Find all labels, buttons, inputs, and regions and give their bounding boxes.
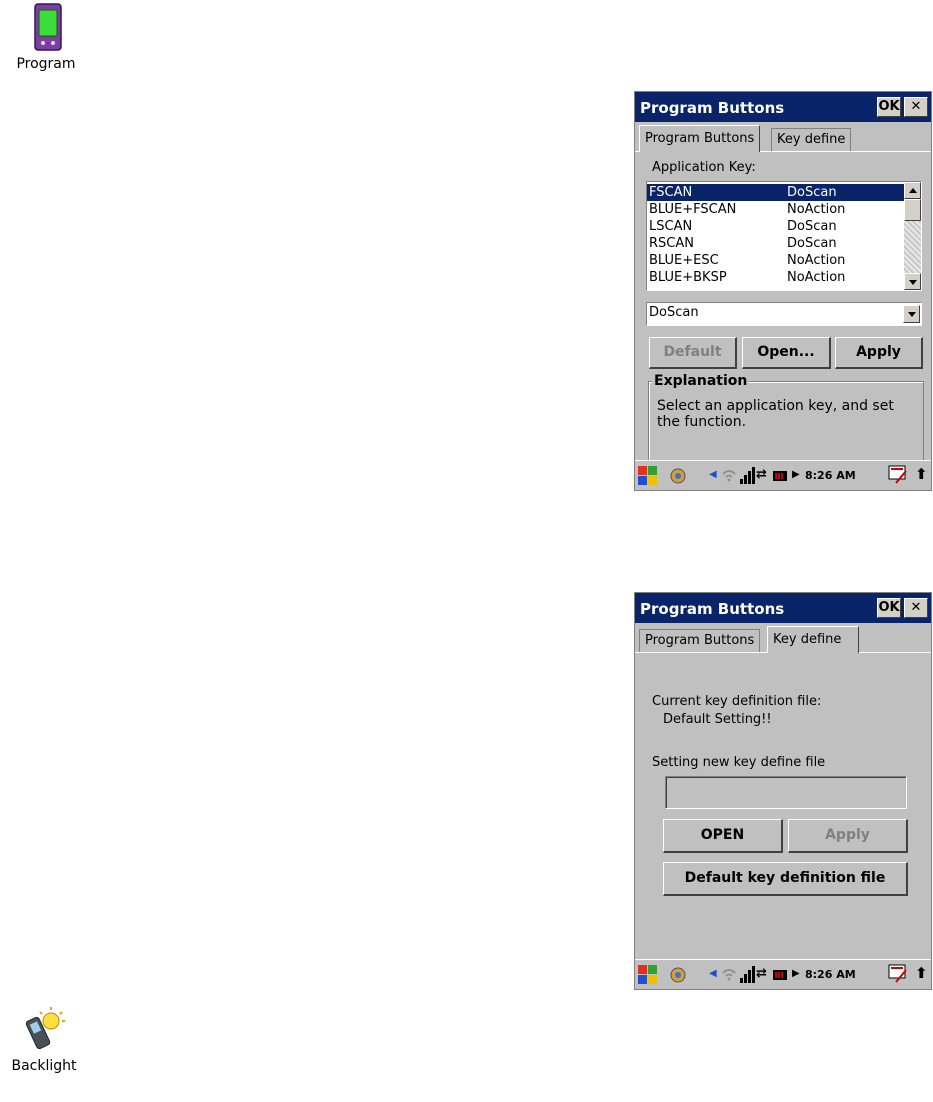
default-button[interactable]: Default xyxy=(649,337,737,369)
combo-value: DoScan xyxy=(649,305,699,320)
tab-key-define[interactable]: Key define xyxy=(771,128,852,151)
ok-button[interactable]: OK xyxy=(877,598,901,618)
up-arrow-icon[interactable]: ⬆ xyxy=(915,964,928,982)
program-desktop-icon[interactable]: Program xyxy=(6,2,86,72)
scroll-up-button[interactable] xyxy=(904,182,921,199)
clock[interactable]: 8:26 AM xyxy=(805,968,856,981)
up-arrow-icon[interactable]: ⬆ xyxy=(915,465,928,483)
scroll-thumb[interactable] xyxy=(904,199,921,221)
wifi-icon xyxy=(722,969,736,981)
start-icon[interactable] xyxy=(638,466,658,486)
tab-program-buttons[interactable]: Program Buttons xyxy=(639,629,761,652)
ok-button[interactable]: OK xyxy=(877,97,901,117)
input-panel-icon[interactable] xyxy=(888,964,908,984)
tab-program-buttons[interactable]: Program Buttons xyxy=(639,125,761,152)
tab-key-define[interactable]: Key define xyxy=(767,626,859,653)
application-key-label: Application Key: xyxy=(652,160,756,175)
key-define-window: Program Buttons OK ✕ Program Buttons Key… xyxy=(634,592,932,990)
explanation-text-line1: Select an application key, and set xyxy=(657,398,894,414)
battery-icon xyxy=(773,471,787,481)
backlight-desktop-icon[interactable]: Backlight xyxy=(4,1004,84,1074)
window-title: Program Buttons xyxy=(640,99,785,117)
new-key-file-input[interactable] xyxy=(665,776,907,809)
application-key-list[interactable]: FSCAN DoScan BLUE+FSCAN NoAction LSCAN DoSc… xyxy=(646,181,922,291)
tray-right-arrow-icon[interactable]: ▶ xyxy=(792,968,800,979)
current-file-label: Current key definition file: xyxy=(652,694,822,709)
clock[interactable]: 8:26 AM xyxy=(805,469,856,482)
list-item[interactable]: FSCAN DoScan xyxy=(647,184,905,201)
pda-icon xyxy=(34,3,62,51)
action-combo[interactable]: DoScan xyxy=(646,302,922,326)
program-buttons-window: Program Buttons OK ✕ Program Buttons Key… xyxy=(634,91,932,491)
program-icon-label: Program xyxy=(16,56,76,72)
current-file-value: Default Setting!! xyxy=(663,712,772,727)
apply-file-button[interactable]: Apply xyxy=(788,819,908,853)
chevron-down-icon xyxy=(908,312,916,317)
list-item[interactable]: RSCAN DoScan xyxy=(647,235,905,252)
list-scrollbar[interactable] xyxy=(904,182,921,290)
arrow-down-icon xyxy=(909,280,917,285)
combo-dropdown-button[interactable] xyxy=(903,305,920,323)
window-title: Program Buttons xyxy=(640,600,785,618)
default-key-file-button[interactable]: Default key definition file xyxy=(663,862,908,896)
tray-left-arrow-icon[interactable]: ◀ xyxy=(709,469,717,480)
connection-icon[interactable] xyxy=(669,467,687,485)
list-item[interactable]: LSCAN DoScan xyxy=(647,218,905,235)
title-bar: Program Buttons OK ✕ xyxy=(635,593,931,623)
taskbar: ◀ ⇄ ▶ 8:26 AM ⬆ xyxy=(635,959,931,989)
list-item[interactable]: BLUE+ESC NoAction xyxy=(647,252,905,269)
title-bar: Program Buttons OK ✕ xyxy=(635,92,931,122)
sync-icon: ⇄ xyxy=(756,966,767,981)
open-button[interactable]: Open... xyxy=(742,337,831,369)
explanation-title: Explanation xyxy=(652,373,750,389)
new-file-label: Setting new key define file xyxy=(652,755,826,770)
apply-button[interactable]: Apply xyxy=(835,337,923,369)
sync-icon: ⇄ xyxy=(756,467,767,482)
start-icon[interactable] xyxy=(638,965,658,985)
battery-icon xyxy=(773,970,787,980)
list-item[interactable]: BLUE+BKSP NoAction xyxy=(647,269,905,286)
connection-icon[interactable] xyxy=(669,966,687,984)
arrow-up-icon xyxy=(909,188,917,193)
tray-right-arrow-icon[interactable]: ▶ xyxy=(792,469,800,480)
signal-icon xyxy=(740,966,755,983)
signal-icon xyxy=(740,467,755,484)
scroll-down-button[interactable] xyxy=(904,273,921,290)
explanation-text-line2: the function. xyxy=(657,414,747,430)
input-panel-icon[interactable] xyxy=(888,465,908,485)
close-button[interactable]: ✕ xyxy=(904,97,928,117)
backlight-bulb-icon xyxy=(25,1007,65,1050)
taskbar: ◀ ⇄ ▶ 8:26 AM ⬆ xyxy=(635,460,931,490)
backlight-icon-label: Backlight xyxy=(11,1058,77,1074)
close-button[interactable]: ✕ xyxy=(904,598,928,618)
tray-left-arrow-icon[interactable]: ◀ xyxy=(709,968,717,979)
wifi-icon xyxy=(722,470,736,482)
open-file-button[interactable]: OPEN xyxy=(663,819,783,853)
list-item[interactable]: BLUE+FSCAN NoAction xyxy=(647,201,905,218)
